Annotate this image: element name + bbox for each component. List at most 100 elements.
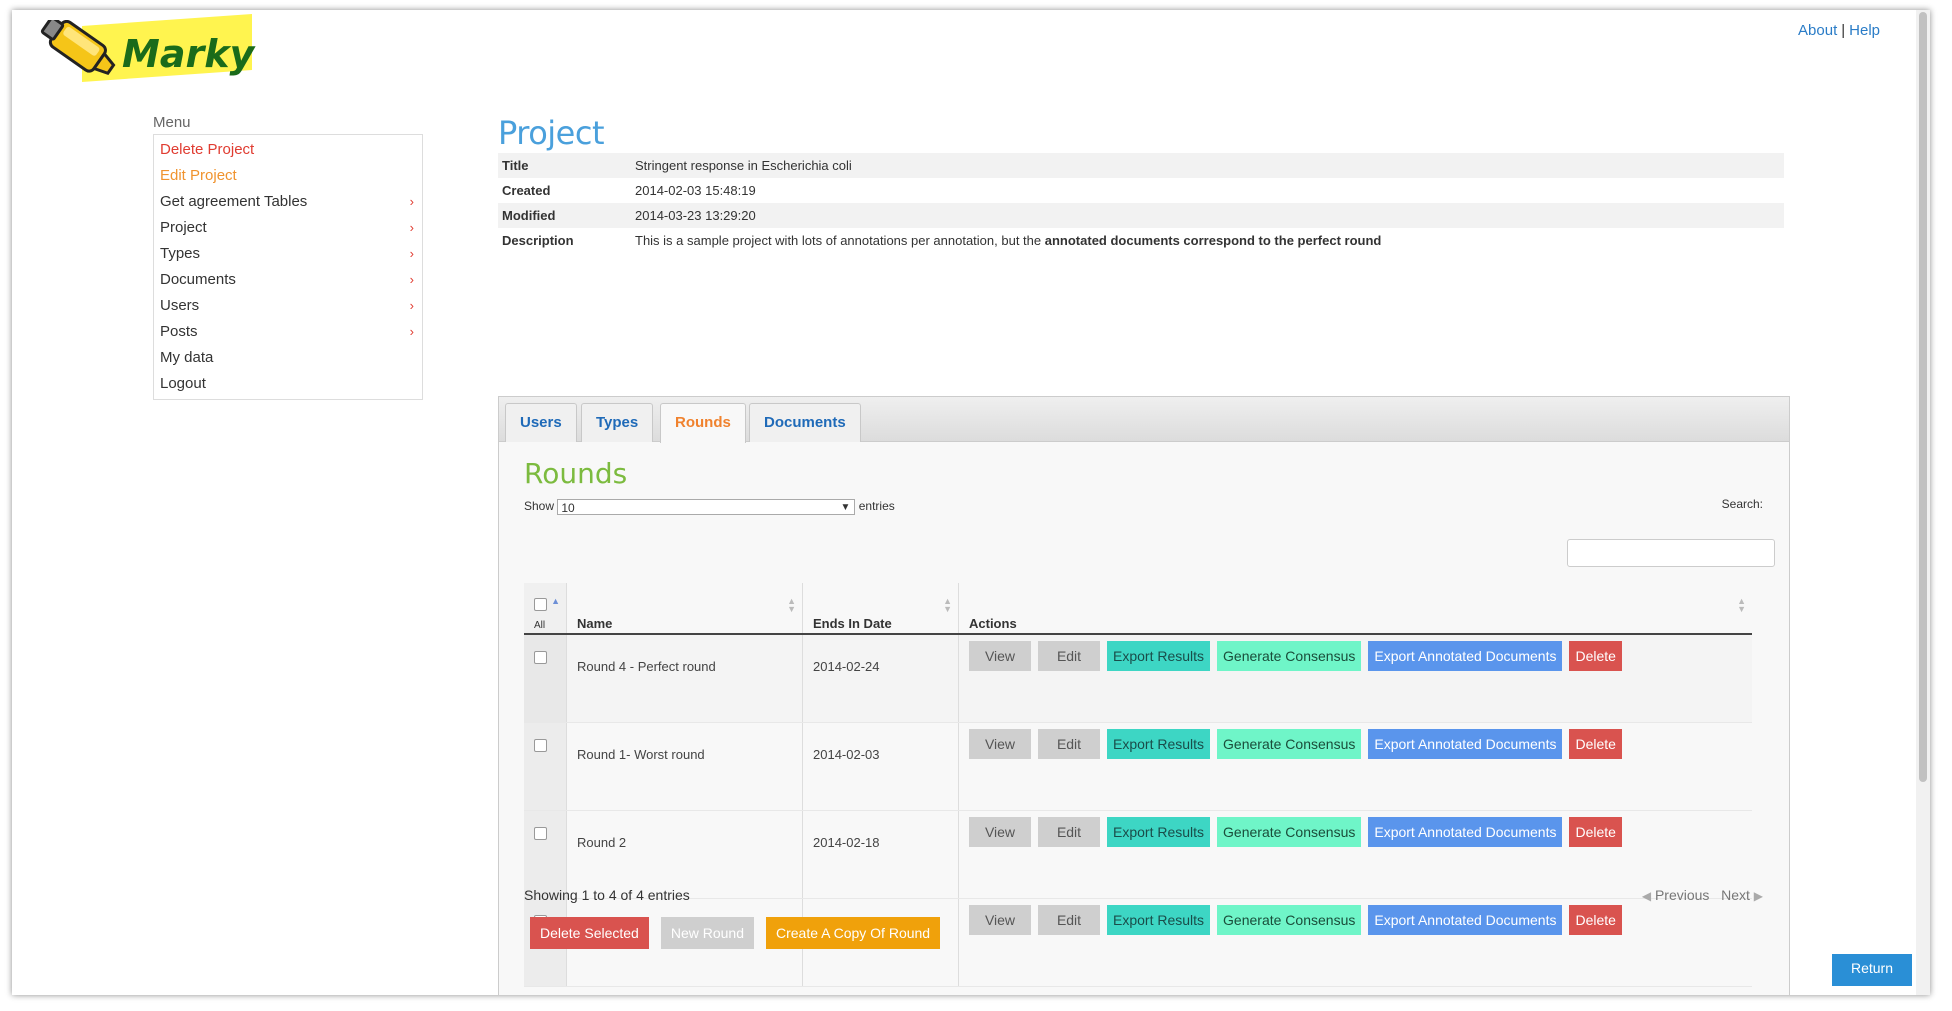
return-button[interactable]: Return [1832, 954, 1912, 986]
menu-item-documents[interactable]: Documents › [154, 267, 422, 293]
show-label: Show [524, 499, 555, 514]
info-label: Title [502, 158, 529, 173]
delete-button[interactable]: Delete [1569, 905, 1622, 935]
sidebar-menu: Delete Project Edit Project Get agreemen… [153, 134, 423, 400]
page-title: Project [498, 114, 604, 152]
menu-item-label: Delete Project [160, 141, 255, 158]
info-label: Created [502, 183, 551, 198]
info-row-created: Created 2014-02-03 15:48:19 [498, 178, 1784, 203]
info-label: Description [502, 233, 574, 248]
next-button[interactable]: Next [1721, 887, 1750, 903]
edit-button[interactable]: Edit [1038, 905, 1100, 935]
chevron-right-icon: › [409, 194, 414, 209]
info-value: 2014-03-23 13:29:20 [635, 208, 756, 223]
tab-users[interactable]: Users [505, 403, 577, 442]
row-checkbox[interactable] [534, 827, 547, 840]
row-actions: View Edit Export Results Generate Consensus… [958, 722, 1752, 811]
menu-item-logout[interactable]: Logout [154, 371, 422, 397]
row-actions: View Edit Export Results Generate Consensus… [958, 898, 1752, 987]
menu-item-delete-project[interactable]: Delete Project [154, 137, 422, 163]
menu-item-project[interactable]: Project › [154, 215, 422, 241]
round-name: Round 1- Worst round [566, 722, 803, 811]
menu-item-users[interactable]: Users › [154, 293, 422, 319]
round-end-date: 2014-02-03 [802, 722, 959, 811]
column-header-label: Ends In Date [813, 616, 892, 631]
vertical-scrollbar[interactable] [1916, 10, 1930, 995]
generate-consensus-button[interactable]: Generate Consensus [1217, 729, 1362, 759]
sort-both-icon: ▲ ▼ [787, 596, 796, 614]
table-header-row: All ▲ Name ▲ ▼ Ends In Date ▲ ▼ Actions ▲ ▼ [524, 583, 1752, 635]
menu-item-edit-project[interactable]: Edit Project [154, 163, 422, 189]
table-info: Showing 1 to 4 of 4 entries [524, 887, 690, 903]
rounds-heading: Rounds [524, 457, 628, 490]
export-annotated-documents-button[interactable]: Export Annotated Documents [1368, 817, 1563, 847]
tab-documents[interactable]: Documents [749, 403, 861, 442]
menu-item-label: Documents [160, 271, 236, 288]
menu-item-types[interactable]: Types › [154, 241, 422, 267]
menu-item-my-data[interactable]: My data [154, 345, 422, 371]
menu-item-label: Users [160, 297, 200, 314]
view-button[interactable]: View [969, 641, 1031, 671]
tab-rounds[interactable]: Rounds [660, 403, 746, 443]
export-annotated-documents-button[interactable]: Export Annotated Documents [1368, 905, 1563, 935]
entries-select-value: 10 [561, 501, 575, 515]
select-all-checkbox[interactable] [534, 598, 547, 611]
menu-item-label: Types [160, 245, 201, 262]
sort-both-icon: ▲ ▼ [1737, 596, 1746, 614]
previous-button[interactable]: Previous [1655, 887, 1709, 903]
previous-arrow-icon[interactable]: ◀ [1642, 889, 1651, 903]
menu-item-posts[interactable]: Posts › [154, 319, 422, 345]
view-button[interactable]: View [969, 729, 1031, 759]
help-link[interactable]: Help [1849, 22, 1880, 39]
new-round-button[interactable]: New Round [660, 917, 754, 949]
generate-consensus-button[interactable]: Generate Consensus [1217, 905, 1362, 935]
view-button[interactable]: View [969, 905, 1031, 935]
about-link[interactable]: About [1798, 22, 1837, 39]
menu-item-label: Edit Project [160, 167, 237, 184]
column-header-name[interactable]: Name ▲ ▼ [566, 583, 803, 635]
chevron-right-icon: › [409, 220, 414, 235]
menu-item-label: Project [160, 219, 207, 236]
edit-button[interactable]: Edit [1038, 641, 1100, 671]
chevron-right-icon: › [409, 324, 414, 339]
export-results-button[interactable]: Export Results [1107, 641, 1211, 671]
column-header-actions[interactable]: Actions ▲ ▼ [958, 583, 1752, 635]
delete-selected-button[interactable]: Delete Selected [530, 917, 649, 949]
info-value: 2014-02-03 15:48:19 [635, 183, 756, 198]
column-header-ends-in-date[interactable]: Ends In Date ▲ ▼ [802, 583, 959, 635]
next-arrow-icon[interactable]: ▶ [1754, 889, 1763, 903]
scrollbar-thumb[interactable] [1919, 12, 1927, 782]
entries-select[interactable]: 10 ▼ [557, 499, 856, 515]
edit-button[interactable]: Edit [1038, 729, 1100, 759]
export-results-button[interactable]: Export Results [1107, 817, 1211, 847]
description-text: This is a sample project with lots of an… [635, 233, 1045, 248]
export-annotated-documents-button[interactable]: Export Annotated Documents [1368, 729, 1563, 759]
sort-both-icon: ▲ ▼ [943, 596, 952, 614]
create-copy-of-round-button[interactable]: Create A Copy Of Round [766, 917, 941, 949]
round-end-date: 2014-02-18 [802, 810, 959, 899]
info-value: Stringent response in Escherichia coli [635, 158, 852, 173]
edit-button[interactable]: Edit [1038, 817, 1100, 847]
search-input[interactable] [1567, 539, 1775, 567]
project-info-table: Title Stringent response in Escherichia … [498, 153, 1784, 253]
delete-button[interactable]: Delete [1569, 817, 1622, 847]
round-bulk-actions: Delete Selected New Round Create A Copy Of… [530, 917, 952, 949]
row-checkbox-cell [524, 722, 567, 811]
row-checkbox[interactable] [534, 739, 547, 752]
menu-item-get-agreement-tables[interactable]: Get agreement Tables › [154, 189, 422, 215]
export-annotated-documents-button[interactable]: Export Annotated Documents [1368, 641, 1563, 671]
delete-button[interactable]: Delete [1569, 729, 1622, 759]
select-all-label: All [534, 620, 546, 631]
generate-consensus-button[interactable]: Generate Consensus [1217, 817, 1362, 847]
highlighter-marker-icon [40, 20, 116, 76]
tab-types[interactable]: Types [581, 403, 654, 442]
generate-consensus-button[interactable]: Generate Consensus [1217, 641, 1362, 671]
pagination: ◀ Previous Next ▶ [1642, 887, 1763, 903]
export-results-button[interactable]: Export Results [1107, 905, 1211, 935]
export-results-button[interactable]: Export Results [1107, 729, 1211, 759]
delete-button[interactable]: Delete [1569, 641, 1622, 671]
column-header-select-all[interactable]: All ▲ [524, 583, 567, 635]
view-button[interactable]: View [969, 817, 1031, 847]
row-checkbox[interactable] [534, 651, 547, 664]
marky-logo[interactable]: Marky [20, 12, 260, 98]
